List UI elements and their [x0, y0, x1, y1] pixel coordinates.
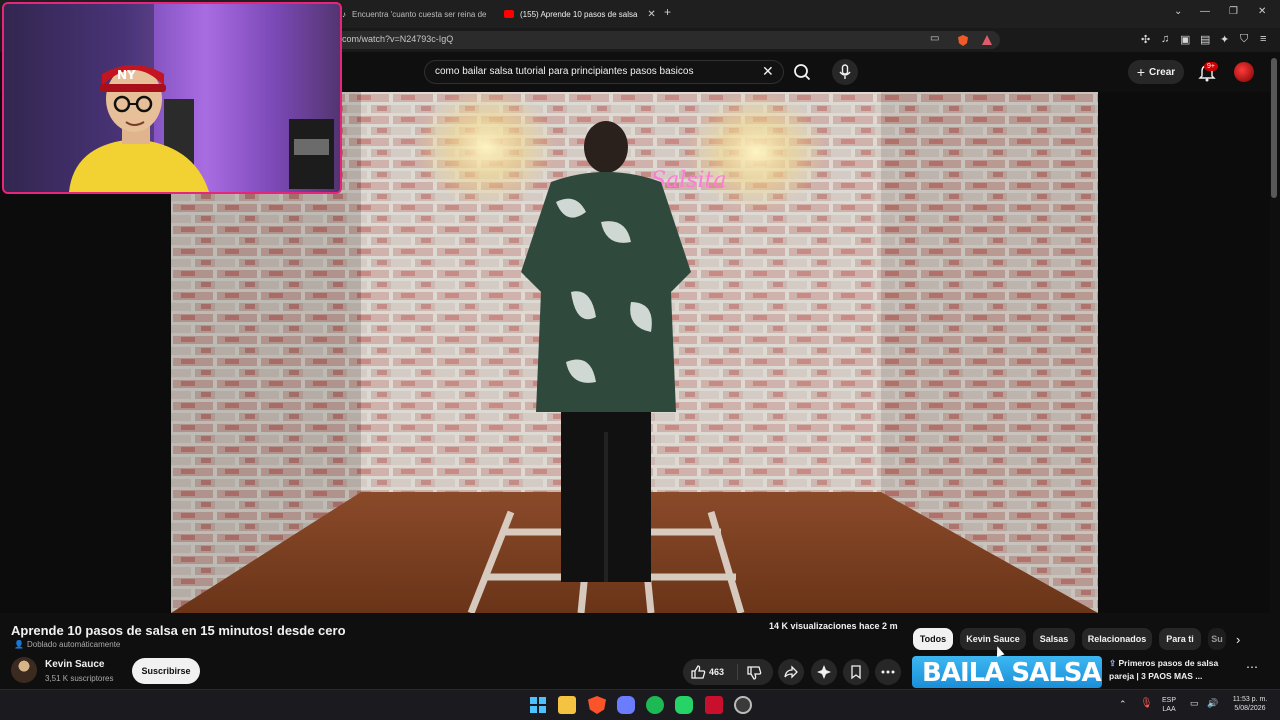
minimize-button[interactable]: — — [1200, 6, 1210, 17]
video-title: Aprende 10 pasos de salsa en 15 minutos!… — [11, 623, 346, 638]
microphone-icon — [839, 64, 851, 79]
tab-search-icon[interactable]: ⌄ — [1174, 6, 1182, 17]
search-button[interactable] — [788, 59, 816, 85]
share-button[interactable] — [778, 659, 804, 685]
save-button[interactable] — [843, 659, 869, 685]
microphone-tray-icon[interactable]: 🎙 — [1140, 699, 1153, 709]
dubbed-label: Doblado automáticamente — [26, 640, 121, 649]
network-icon[interactable]: ▭ — [1190, 699, 1199, 708]
game-controller-icon[interactable] — [617, 696, 635, 714]
streamer-image: NY — [4, 4, 340, 192]
tab-encuentra[interactable]: ♪ Encuentra 'cuanto cuesta ser reina de — [334, 3, 495, 25]
youtube-icon — [504, 10, 514, 18]
whatsapp-icon[interactable] — [675, 696, 693, 714]
like-count: 463 — [709, 667, 725, 677]
screen: { "browser": { "tabs": [ {"label": "Encu… — [0, 0, 1280, 720]
obs-icon[interactable] — [734, 696, 752, 714]
wallet-icon[interactable]: ▤ — [1200, 33, 1210, 46]
youtube-header: como bailar salsa tutorial para principi… — [342, 52, 1280, 92]
recommended-more-icon[interactable]: ⋯ — [1246, 660, 1258, 674]
views-and-date: 14 K visualizaciones hace 2 m — [769, 621, 898, 631]
chevron-up-icon[interactable]: ⌃ — [1119, 700, 1127, 709]
bookmark-icon — [851, 665, 861, 680]
language-indicator[interactable]: ESP LAA — [1162, 696, 1176, 714]
channel-avatar[interactable] — [11, 657, 37, 683]
extensions-icon[interactable]: ✣ — [1141, 33, 1150, 46]
windows-start-icon[interactable] — [529, 696, 547, 714]
create-button[interactable]: + Crear — [1128, 60, 1184, 84]
chip-todos[interactable]: Todos — [913, 628, 953, 650]
subscriber-count: 3,51 K suscriptores — [45, 674, 114, 683]
close-window-button[interactable]: ✕ — [1258, 6, 1266, 17]
voice-search-button[interactable] — [832, 59, 858, 85]
plus-icon: + — [1136, 64, 1146, 80]
dubbed-indicator: 👤 Doblado automáticamente — [14, 640, 120, 649]
maximize-button[interactable]: ❐ — [1229, 6, 1238, 17]
brave-rewards-icon[interactable] — [982, 35, 992, 45]
recommended-thumbnail[interactable]: BAILA SALSA — [912, 656, 1102, 688]
leo-ai-icon[interactable]: ✦ — [1220, 33, 1229, 46]
page-scrollbar[interactable] — [1271, 58, 1277, 198]
tab-label: (155) Aprende 10 pasos de salsa — [520, 9, 638, 19]
search-input[interactable]: como bailar salsa tutorial para principi… — [424, 60, 784, 84]
ask-ai-button[interactable] — [811, 659, 837, 685]
file-explorer-icon[interactable] — [558, 696, 576, 714]
dislike-button[interactable] — [746, 665, 762, 681]
person-voice-icon: 👤 — [14, 640, 24, 649]
new-tab-button[interactable]: + — [664, 5, 671, 19]
sidebar-icon[interactable]: ▣ — [1180, 33, 1190, 46]
menu-icon[interactable]: ≡ — [1260, 33, 1266, 45]
like-divider — [737, 664, 738, 680]
chip-relacionados[interactable]: Relacionados — [1082, 628, 1152, 650]
webcam-overlay: NY — [2, 2, 342, 194]
upload-icon: ⇪ — [1109, 658, 1117, 668]
subscribe-button[interactable]: Suscribirse — [132, 658, 200, 684]
channel-name[interactable]: Kevin Sauce — [45, 659, 104, 670]
search-query: como bailar salsa tutorial para principi… — [435, 66, 694, 77]
notification-badge: 9+ — [1204, 62, 1218, 71]
svg-text:NY: NY — [117, 68, 136, 82]
chip-para-ti[interactable]: Para ti — [1159, 628, 1201, 650]
more-actions-button[interactable] — [875, 659, 901, 685]
tab-label: Encuentra 'cuanto cuesta ser reina de — [352, 9, 487, 19]
windows-taskbar: ⌃ 🎙 ESP LAA ▭ 🔊 11:53 p. m. 5/08/2026 — [0, 689, 1280, 720]
recommended-title[interactable]: ⇪ Primeros pasos de salsa pareja | 3 PAO… — [1109, 657, 1234, 683]
cast-icon[interactable]: ▭ — [930, 33, 939, 44]
chip-salsas[interactable]: Salsas — [1033, 628, 1075, 650]
media-icon[interactable]: ♫ — [1161, 33, 1169, 45]
thumbnail-text: BAILA SALSA — [922, 658, 1102, 688]
clear-search-icon[interactable]: ✕ — [762, 64, 774, 78]
like-button[interactable] — [690, 664, 706, 680]
chip-su[interactable]: Su — [1208, 628, 1226, 650]
sparkle-icon — [817, 665, 831, 679]
create-label: Crear — [1149, 66, 1176, 78]
search-icon — [794, 64, 811, 81]
spotify-icon[interactable] — [646, 696, 664, 714]
address-bar[interactable]: com/watch?v=N24793c-IgQ ▭ — [332, 31, 1000, 49]
chevron-right-icon[interactable]: › — [1236, 632, 1240, 647]
brave-browser-icon[interactable] — [588, 696, 606, 714]
vpn-icon[interactable]: ⛉ — [1240, 33, 1248, 46]
more-horizontal-icon — [881, 670, 895, 674]
tab-youtube[interactable]: (155) Aprende 10 pasos de salsa ✕ — [496, 3, 664, 25]
close-tab-icon[interactable]: ✕ — [647, 9, 655, 20]
volume-icon[interactable]: 🔊 — [1207, 699, 1218, 708]
music-icon: ♪ — [342, 9, 346, 19]
clock[interactable]: 11:53 p. m. 5/08/2026 — [1224, 695, 1276, 713]
account-avatar[interactable] — [1234, 62, 1254, 82]
brave-shield-icon[interactable] — [958, 35, 968, 46]
share-icon — [784, 665, 798, 679]
url-text: com/watch?v=N24793c-IgQ — [342, 34, 454, 44]
calendar-app-icon[interactable] — [705, 696, 723, 714]
